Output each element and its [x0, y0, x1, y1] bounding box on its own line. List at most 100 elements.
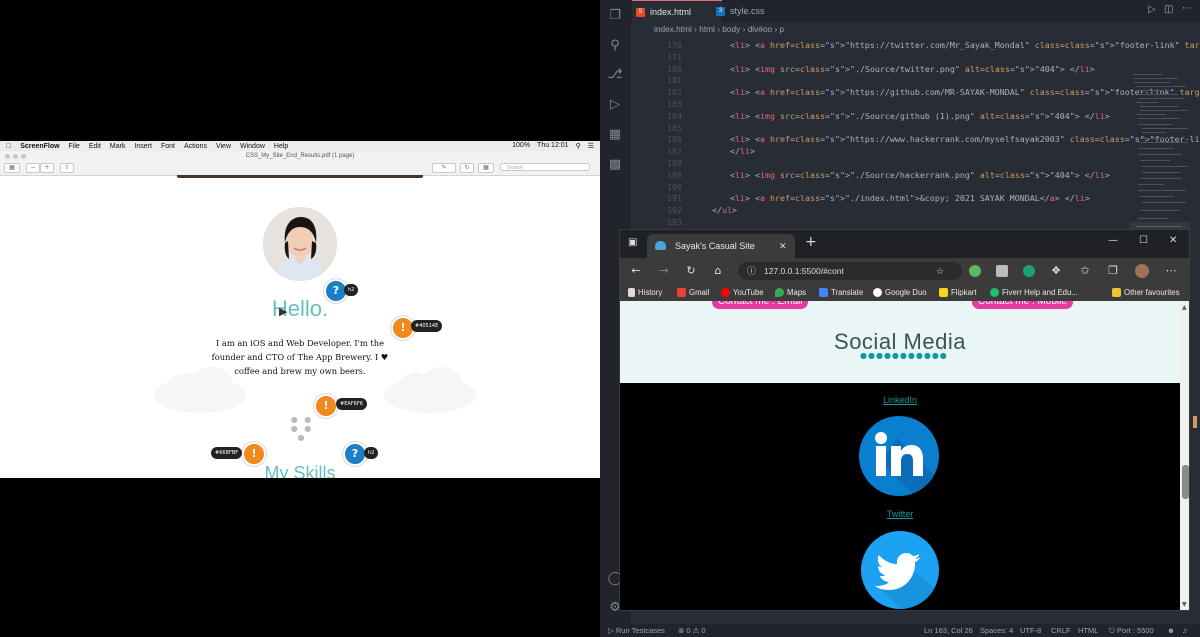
run-testcases-button[interactable]: ▷ Run Testcases	[608, 624, 665, 637]
extension-green-icon[interactable]	[969, 265, 981, 277]
scrollbar-thumb[interactable]	[1182, 465, 1189, 499]
pdf-toolbar: CSS_My_Site_End_Results.pdf (1 page) ▦ −…	[0, 151, 600, 176]
source-control-icon[interactable]: ⎇	[607, 67, 623, 83]
code-line[interactable]: <li> <a href=class="s">"https://twitter.…	[730, 40, 1200, 50]
minimize-icon[interactable]: —	[1108, 235, 1118, 246]
explorer-icon[interactable]: ❐	[607, 8, 623, 24]
bookmark-history[interactable]: History	[628, 284, 662, 301]
feedback-icon[interactable]: ☻	[1167, 624, 1175, 637]
menu-actions[interactable]: Actions	[184, 143, 207, 150]
chart-icon[interactable]: ▩	[607, 157, 623, 173]
bookmark-gmail[interactable]: Gmail	[677, 284, 709, 301]
run-icon[interactable]: ▷	[1148, 4, 1156, 15]
code-line[interactable]: <li> <img src=class="s">"./Source/twitte…	[730, 64, 1095, 74]
menu-app-name[interactable]: ScreenFlow	[20, 143, 59, 150]
rotate-icon[interactable]: ↻	[460, 163, 474, 173]
profile-avatar-icon[interactable]	[1135, 264, 1149, 278]
extensions-icon[interactable]: ▦	[607, 127, 623, 143]
minimize-dot-icon[interactable]	[13, 154, 18, 159]
encoding[interactable]: UTF-8	[1020, 624, 1041, 637]
new-tab-icon[interactable]: +	[805, 234, 817, 250]
breadcrumb-item[interactable]: html	[699, 24, 715, 34]
close-dot-icon[interactable]	[5, 154, 10, 159]
linkedin-link[interactable]: LinkedIn	[620, 395, 1180, 405]
cursor-position[interactable]: Ln 163, Col 26	[924, 624, 973, 637]
bookmark-maps[interactable]: Maps	[775, 284, 806, 301]
other-favourites[interactable]: Other favourites	[1112, 284, 1179, 301]
refresh-icon[interactable]: ↻	[683, 258, 699, 284]
forward-icon[interactable]: →	[656, 258, 672, 284]
code-line[interactable]: <li> <img src=class="s">"./Source/hacker…	[730, 170, 1110, 180]
scroll-up-icon[interactable]: ▲	[1182, 304, 1187, 311]
breadcrumb-item[interactable]: p	[780, 24, 785, 34]
search-field[interactable]: Search	[500, 163, 590, 171]
code-line[interactable]: <li> <a href=class="s">"./index.html">&c…	[730, 193, 1090, 203]
twitter-link[interactable]: Twitter	[620, 509, 1180, 519]
share-icon[interactable]: ⇧	[60, 163, 74, 173]
bookmark-google-duo[interactable]: Google Duo	[873, 284, 927, 301]
close-window-icon[interactable]: ✕	[1169, 235, 1177, 246]
apple-icon[interactable]: 	[6, 143, 11, 150]
code-line[interactable]: </li>	[730, 146, 755, 156]
grammarly-icon[interactable]	[1023, 265, 1035, 277]
toolbox-icon[interactable]: ▦	[478, 163, 494, 173]
browser-tab[interactable]: Sayak's Casual Site ✕	[647, 234, 795, 258]
contact-email-button[interactable]: Contact me : Email	[712, 301, 809, 309]
back-icon[interactable]: ←	[628, 258, 644, 284]
minimap[interactable]	[1130, 72, 1190, 252]
contact-mobile-button[interactable]: Contact me : Mobile	[972, 301, 1073, 309]
breadcrumb-item[interactable]: index.html	[654, 24, 692, 34]
bookmark-translate[interactable]: Translate	[819, 284, 863, 301]
search-icon[interactable]: ⚲	[607, 38, 623, 54]
search-icon[interactable]: ⚲	[576, 142, 581, 150]
home-icon[interactable]: ⌂	[710, 258, 726, 284]
bookmark-flipkart[interactable]: Flipkart	[939, 284, 977, 301]
menu-insert[interactable]: Insert	[134, 143, 152, 150]
menu-mark[interactable]: Mark	[110, 143, 126, 150]
breadcrumb-item[interactable]: body	[722, 24, 740, 34]
zoom-dot-icon[interactable]	[21, 154, 26, 159]
menu-file[interactable]: File	[69, 143, 80, 150]
bookmark-youtube[interactable]: YouTube	[721, 284, 764, 301]
scroll-down-icon[interactable]: ▼	[1182, 601, 1187, 608]
zoom-out-icon[interactable]: −	[26, 163, 40, 173]
zoom-in-icon[interactable]: +	[40, 163, 54, 173]
address-bar[interactable]: ⓘ 127.0.0.1:5500/#cont ☆	[738, 262, 962, 280]
extension-grey-icon[interactable]	[996, 265, 1008, 277]
tab-style-css[interactable]: 3 style.css	[712, 0, 794, 22]
code-line[interactable]: <li> <img src=class="s">"./Source/github…	[730, 111, 1110, 121]
collections-icon[interactable]: ❐	[1105, 258, 1121, 284]
menu-help[interactable]: Help	[274, 143, 288, 150]
settings-more-icon[interactable]: ⋯	[1163, 258, 1179, 284]
tab-index-html[interactable]: 5 index.html	[632, 0, 722, 23]
run-debug-icon[interactable]: ▷	[607, 97, 623, 113]
menu-font[interactable]: Font	[161, 143, 175, 150]
line-endings[interactable]: CRLF	[1051, 624, 1071, 637]
split-editor-icon[interactable]: ◫	[1164, 4, 1173, 15]
code-line[interactable]: </ul>	[712, 205, 737, 215]
info-icon[interactable]: ⓘ	[747, 262, 756, 280]
live-server-port[interactable]: ⎋ Port : 5500	[1109, 624, 1154, 637]
indentation[interactable]: Spaces: 4	[980, 624, 1013, 637]
linkedin-icon[interactable]	[859, 416, 939, 496]
page-scrollbar[interactable]	[1180, 301, 1189, 610]
close-tab-icon[interactable]: ✕	[779, 234, 787, 258]
menu-view[interactable]: View	[216, 143, 231, 150]
markup-icon[interactable]: ✎	[432, 163, 456, 173]
notifications-bell-icon[interactable]: ♫	[1182, 624, 1188, 637]
menu-window[interactable]: Window	[240, 143, 265, 150]
maximize-icon[interactable]: ☐	[1139, 235, 1148, 246]
breadcrumb-item[interactable]: div#oo	[748, 24, 772, 34]
menu-edit[interactable]: Edit	[89, 143, 101, 150]
problems-indicator[interactable]: ⊗ 0 ⚠ 0	[678, 624, 706, 637]
tab-actions-icon[interactable]: ▣	[628, 237, 637, 248]
extensions-puzzle-icon[interactable]: ❖	[1048, 258, 1064, 284]
add-favourite-icon[interactable]: ☆	[936, 262, 944, 280]
menu-list-icon[interactable]: ☰	[588, 142, 594, 150]
more-actions-icon[interactable]: ⋯	[1182, 3, 1192, 14]
favourites-icon[interactable]: ✩	[1077, 258, 1093, 284]
language-mode[interactable]: HTML	[1078, 624, 1098, 637]
sidebar-toggle-icon[interactable]: ▦	[4, 163, 20, 173]
twitter-icon[interactable]	[861, 531, 939, 609]
bookmark-fiverr[interactable]: Fiverr Help and Edu...	[990, 284, 1078, 301]
